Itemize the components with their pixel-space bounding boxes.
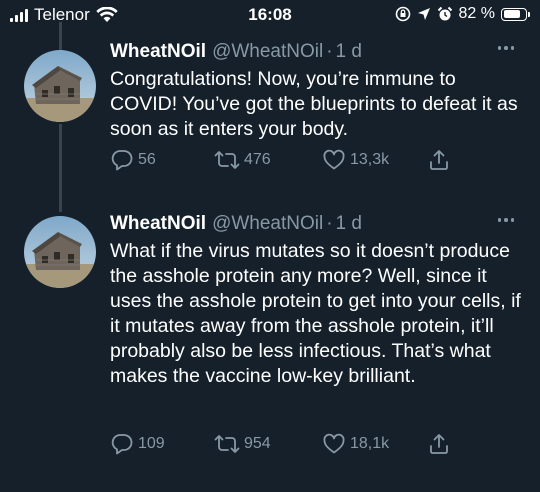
tweet-time[interactable]: 1 d <box>336 40 362 64</box>
retweet-count: 954 <box>244 435 271 452</box>
separator-dot: · <box>326 41 333 62</box>
share-icon <box>430 150 448 170</box>
more-options-icon[interactable] <box>497 218 514 222</box>
battery-icon <box>501 7 530 21</box>
thread-line-connector <box>59 124 62 212</box>
reply-button[interactable]: 56 <box>110 148 156 172</box>
thread-line-top <box>59 22 62 52</box>
tweet-text: What if the virus mutates so it doesn’t … <box>110 240 521 387</box>
share-button[interactable] <box>427 432 451 456</box>
like-button[interactable]: 13,3k <box>322 148 389 172</box>
tweet-header: WheatNOil @WheatNOil · 1 d <box>110 212 526 236</box>
abandoned-house-avatar-image <box>24 216 96 288</box>
reply-button[interactable]: 109 <box>110 432 165 456</box>
like-count: 18,1k <box>350 435 390 452</box>
battery-tip <box>528 11 530 17</box>
avatar[interactable] <box>24 50 96 122</box>
avatar[interactable] <box>24 216 96 288</box>
like-count: 13,3k <box>350 151 390 168</box>
location-icon <box>417 8 430 20</box>
battery-body <box>501 7 527 21</box>
battery-fill <box>503 10 521 18</box>
retweet-button[interactable]: 476 <box>214 148 271 172</box>
tweet-thread-screen: Telenor 16:08 82 % WheatNOil @WheatNOil … <box>0 0 540 492</box>
tweet-header: WheatNOil @WheatNOil · 1 d <box>110 40 526 64</box>
like-button[interactable]: 18,1k <box>322 432 389 456</box>
share-button[interactable] <box>427 148 451 172</box>
reply-icon <box>111 434 133 455</box>
retweet-count: 476 <box>244 151 271 168</box>
reply-count: 56 <box>138 151 156 168</box>
tweet-content: WheatNOil @WheatNOil · 1 d Congratulatio… <box>110 40 526 142</box>
user-handle[interactable]: @WheatNOil <box>212 40 323 64</box>
separator-dot: · <box>326 213 333 234</box>
alarm-icon <box>437 6 452 21</box>
reply-icon <box>111 150 133 171</box>
heart-icon <box>323 149 345 170</box>
tweet-text: Congratulations! Now, you’re immune to C… <box>110 68 518 140</box>
battery-percent: 82 % <box>458 5 495 22</box>
display-name[interactable]: WheatNOil <box>110 212 206 236</box>
reply-count: 109 <box>138 435 165 452</box>
tweet-content: WheatNOil @WheatNOil · 1 d What if the v… <box>110 212 526 389</box>
tweet-time[interactable]: 1 d <box>336 212 362 236</box>
heart-icon <box>323 433 345 454</box>
more-options-icon[interactable] <box>497 46 514 50</box>
display-name[interactable]: WheatNOil <box>110 40 206 64</box>
retweet-button[interactable]: 954 <box>214 432 271 456</box>
status-right: 82 % <box>395 5 530 23</box>
share-icon <box>430 434 448 454</box>
status-bar: Telenor 16:08 82 % <box>0 0 540 32</box>
retweet-icon <box>214 151 240 169</box>
abandoned-house-avatar-image <box>24 50 96 122</box>
user-handle[interactable]: @WheatNOil <box>212 212 323 236</box>
screen-lock-rotation-icon <box>395 6 410 22</box>
retweet-icon <box>214 435 240 453</box>
